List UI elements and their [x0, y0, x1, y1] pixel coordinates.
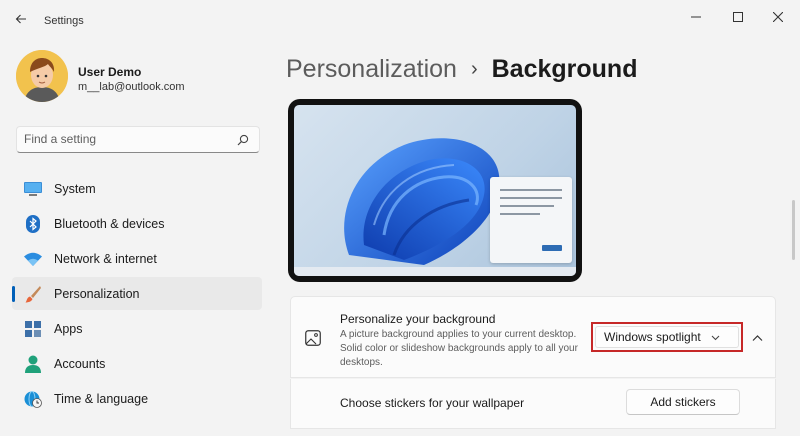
background-setting-title: Personalize your background: [340, 312, 496, 326]
maximize-icon: [733, 12, 743, 22]
collapse-button[interactable]: [747, 328, 767, 348]
sidebar-item-system[interactable]: System: [12, 172, 262, 205]
stickers-card: Choose stickers for your wallpaper Add s…: [290, 379, 776, 429]
chevron-up-icon: [752, 334, 762, 341]
preview-screen: [294, 105, 576, 276]
sidebar-item-label: System: [54, 181, 96, 196]
sidebar-item-label: Apps: [54, 321, 83, 336]
user-name: User Demo: [78, 65, 142, 79]
bluetooth-icon: [24, 214, 42, 233]
sidebar-item-apps[interactable]: Apps: [12, 312, 262, 345]
background-setting-description: A picture background applies to your cur…: [340, 329, 578, 368]
background-type-dropdown[interactable]: Windows spotlight: [595, 326, 739, 348]
wallpaper-preview: [288, 99, 582, 282]
page-title: Background: [491, 54, 638, 83]
sidebar-item-label: Personalization: [54, 286, 140, 301]
search-icon[interactable]: [237, 134, 249, 146]
apps-icon: [24, 320, 42, 338]
preview-taskbar: [294, 267, 576, 276]
breadcrumb: Personalization › Background: [286, 52, 637, 86]
personalize-background-card: Personalize your background A picture ba…: [290, 296, 776, 378]
sidebar-item-time-language[interactable]: Time & language: [12, 382, 262, 415]
user-email: m__lab@outlook.com: [78, 81, 185, 93]
breadcrumb-parent[interactable]: Personalization: [286, 55, 457, 84]
person-icon: [24, 355, 42, 373]
stickers-label: Choose stickers for your wallpaper: [340, 396, 525, 410]
sidebar-item-label: Time & language: [54, 391, 149, 406]
minimize-button[interactable]: [682, 6, 710, 28]
sidebar-nav: System Bluetooth & devices Network & int…: [12, 172, 262, 417]
title-bar: Settings: [0, 0, 800, 36]
sidebar-item-accounts[interactable]: Accounts: [12, 347, 262, 380]
back-arrow-icon: [15, 14, 26, 24]
sidebar-item-network[interactable]: Network & internet: [12, 242, 262, 275]
minimize-icon: [691, 16, 701, 18]
maximize-button[interactable]: [724, 6, 752, 28]
sidebar-item-label: Bluetooth & devices: [54, 216, 165, 231]
avatar: [16, 50, 68, 102]
wifi-icon: [24, 250, 42, 268]
search-input[interactable]: [24, 132, 224, 146]
close-button[interactable]: [764, 6, 792, 28]
breadcrumb-separator: ›: [470, 57, 478, 80]
brush-icon: [24, 285, 42, 303]
dropdown-selected-value: Windows spotlight: [604, 330, 701, 344]
search-box[interactable]: [16, 126, 260, 153]
close-icon: [773, 12, 783, 22]
sidebar-item-label: Accounts: [54, 356, 106, 371]
chevron-down-icon: [711, 335, 720, 341]
back-button[interactable]: [10, 8, 32, 30]
monitor-icon: [24, 180, 42, 198]
app-title: Settings: [44, 15, 84, 27]
sidebar-item-bluetooth[interactable]: Bluetooth & devices: [12, 207, 262, 240]
globe-clock-icon: [24, 390, 42, 408]
sidebar-item-personalization[interactable]: Personalization: [12, 277, 262, 310]
add-stickers-button[interactable]: Add stickers: [626, 389, 740, 415]
image-icon: [305, 330, 321, 351]
preview-window: [490, 177, 572, 263]
scrollbar[interactable]: [792, 200, 795, 260]
sidebar-item-label: Network & internet: [54, 251, 157, 266]
